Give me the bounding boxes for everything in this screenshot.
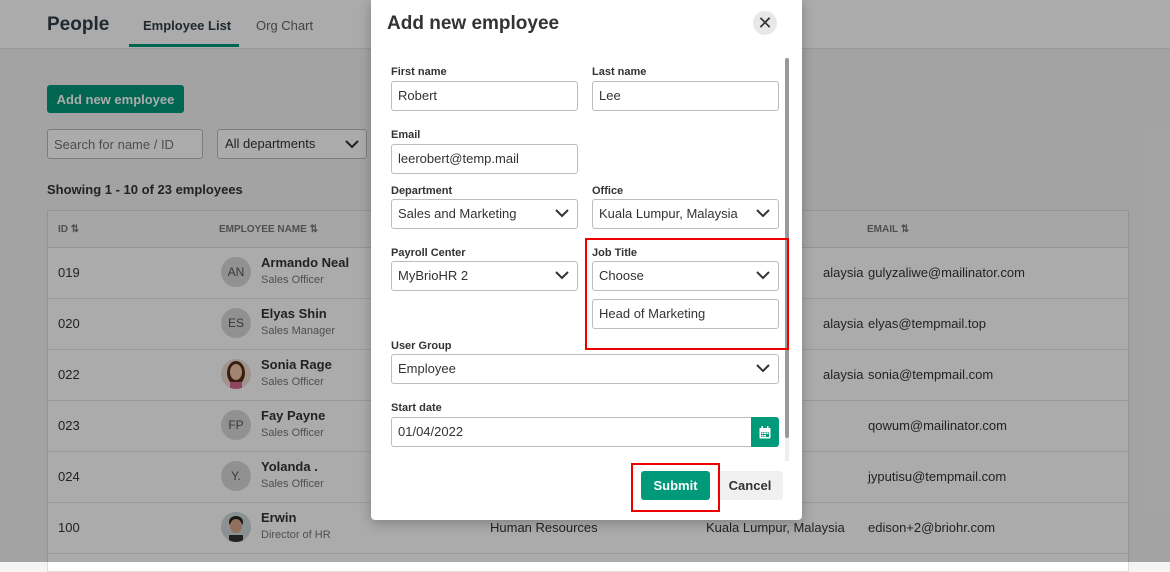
start-date-field[interactable]: 01/04/2022 — [391, 417, 753, 447]
submit-highlight-box — [631, 463, 720, 512]
user-group-value: Employee — [398, 361, 456, 376]
add-employee-modal: Add new employee ✕ First name Robert Las… — [371, 0, 802, 520]
office-value: Kuala Lumpur, Malaysia — [599, 206, 738, 221]
office-label: Office — [592, 185, 624, 197]
department-select[interactable]: Sales and Marketing — [391, 199, 578, 229]
job-title-highlight-box — [585, 238, 789, 350]
department-value: Sales and Marketing — [398, 206, 517, 221]
close-icon: ✕ — [757, 13, 773, 33]
last-name-value: Lee — [599, 88, 621, 103]
office-select[interactable]: Kuala Lumpur, Malaysia — [592, 199, 779, 229]
cancel-button[interactable]: Cancel — [717, 471, 783, 500]
department-label: Department — [391, 185, 453, 197]
user-group-select[interactable]: Employee — [391, 354, 779, 384]
email-field[interactable]: leerobert@temp.mail — [391, 144, 578, 174]
first-name-label: First name — [391, 66, 447, 78]
start-date-value: 01/04/2022 — [398, 424, 464, 439]
chevron-down-icon — [756, 209, 770, 218]
payroll-center-select[interactable]: MyBrioHR 2 — [391, 261, 578, 291]
calendar-button[interactable] — [751, 417, 779, 447]
calendar-icon — [759, 425, 771, 438]
chevron-down-icon — [555, 271, 569, 280]
last-name-label: Last name — [592, 66, 647, 78]
email-value: leerobert@temp.mail — [398, 151, 519, 166]
modal-title: Add new employee — [387, 13, 560, 34]
user-group-label: User Group — [391, 340, 452, 352]
first-name-value: Robert — [398, 88, 438, 103]
first-name-field[interactable]: Robert — [391, 81, 578, 111]
chevron-down-icon — [555, 209, 569, 218]
close-button[interactable]: ✕ — [753, 11, 777, 35]
email-label: Email — [391, 129, 421, 141]
last-name-field[interactable]: Lee — [592, 81, 779, 111]
payroll-center-value: MyBrioHR 2 — [398, 268, 469, 283]
start-date-label: Start date — [391, 402, 442, 414]
chevron-down-icon — [756, 364, 770, 373]
payroll-center-label: Payroll Center — [391, 247, 466, 259]
